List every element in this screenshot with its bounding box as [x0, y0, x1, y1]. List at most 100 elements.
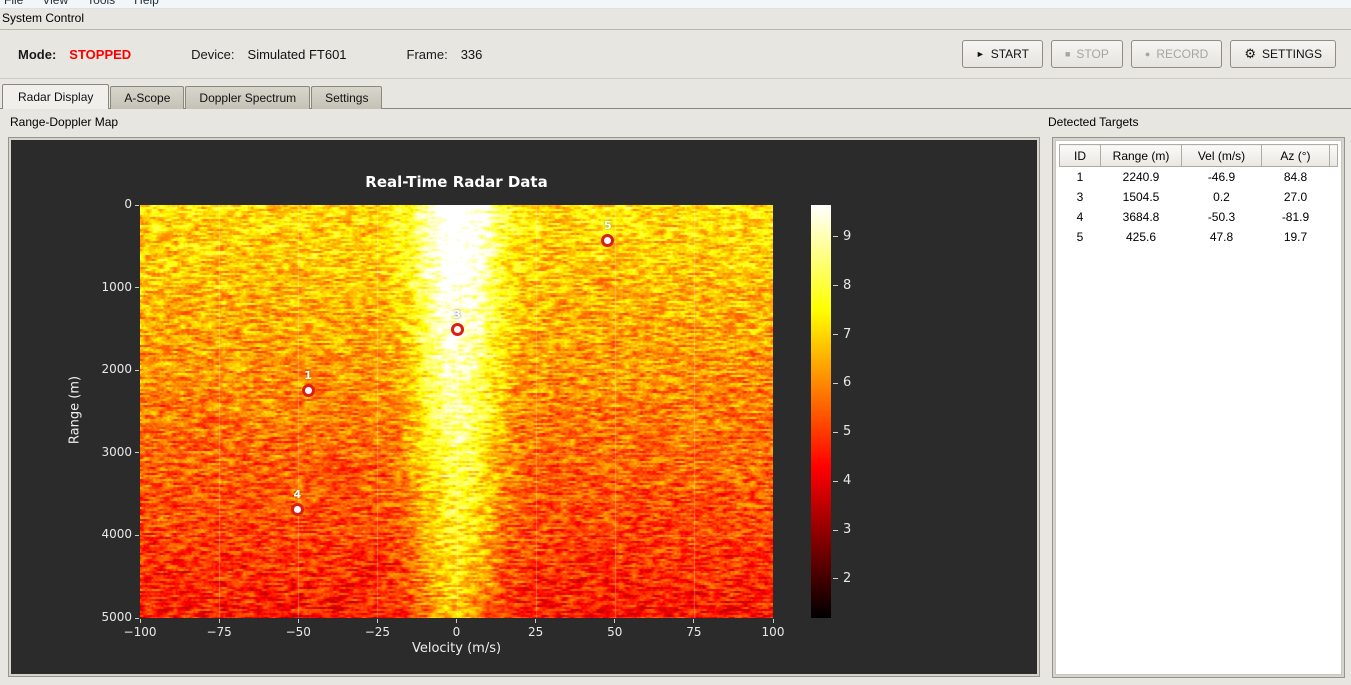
y-tick-mark — [135, 370, 139, 371]
detected-targets-table: ID Range (m) Vel (m/s) Az (°) 1 2240.9 -46… — [1059, 144, 1338, 247]
gear-icon: ⚙ — [1244, 46, 1256, 61]
column-header-id[interactable]: ID — [1059, 144, 1101, 167]
x-tick-mark — [140, 619, 141, 623]
table-cell[interactable]: 27.0 — [1261, 186, 1330, 207]
y-tick-label: 2000 — [101, 362, 132, 377]
x-tick-mark — [456, 619, 457, 623]
table-cell[interactable] — [1329, 186, 1338, 207]
y-tick-mark — [135, 205, 139, 206]
table-cell[interactable] — [1329, 206, 1338, 227]
x-tick-mark — [614, 619, 615, 623]
y-tick-label: 4000 — [101, 527, 132, 542]
x-tick-label: 0 — [452, 625, 461, 639]
y-tick-mark — [135, 618, 139, 619]
settings-button-label: SETTINGS — [1261, 47, 1322, 61]
x-tick-label: −75 — [206, 625, 232, 639]
mode-value: STOPPED — [69, 46, 132, 62]
colorbar-tick-mark — [833, 432, 838, 433]
table-cell[interactable]: 2240.9 — [1100, 166, 1182, 187]
table-cell[interactable]: -50.3 — [1181, 206, 1262, 227]
colorbar-tick-mark — [833, 383, 838, 384]
start-button[interactable]: ► START — [961, 40, 1043, 68]
frame-label: Frame: — [406, 46, 448, 62]
table-cell[interactable]: 3684.8 — [1100, 206, 1182, 227]
y-tick-mark — [135, 452, 139, 453]
menu-view[interactable]: View — [42, 0, 68, 8]
target-marker — [450, 322, 464, 336]
range-doppler-map-label: Range-Doppler Map — [10, 115, 119, 129]
range-doppler-heatmap — [140, 205, 773, 618]
table-cell[interactable]: 3 — [1059, 186, 1101, 207]
table-cell[interactable]: 47.8 — [1181, 226, 1262, 247]
settings-button[interactable]: ⚙ SETTINGS — [1230, 40, 1336, 68]
colorbar-tick-label: 9 — [843, 228, 852, 244]
table-header-row: ID Range (m) Vel (m/s) Az (°) — [1059, 144, 1338, 167]
plot-title: Real-Time Radar Data — [365, 173, 548, 191]
menu-file[interactable]: File — [4, 0, 23, 8]
colorbar-tick-mark — [833, 481, 838, 482]
menu-tools[interactable]: Tools — [87, 0, 115, 8]
play-icon: ► — [975, 49, 985, 59]
colorbar-tick-label: 6 — [843, 375, 852, 391]
target-marker — [290, 502, 304, 516]
y-tick-label: 3000 — [101, 444, 132, 459]
column-header-range[interactable]: Range (m) — [1100, 144, 1182, 167]
table-cell[interactable]: 5 — [1059, 226, 1101, 247]
device-label: Device: — [191, 46, 235, 62]
range-doppler-plot: Real-Time Radar Data Velocity (m/s) Rang… — [11, 140, 1037, 674]
detected-targets-table-container: ID Range (m) Vel (m/s) Az (°) 1 2240.9 -46… — [1055, 140, 1342, 675]
table-cell[interactable]: 1 — [1059, 166, 1101, 187]
x-tick-mark — [693, 619, 694, 623]
tab-doppler-spectrum[interactable]: Doppler Spectrum — [185, 86, 311, 109]
table-cell[interactable]: 19.7 — [1261, 226, 1330, 247]
colorbar-tick-label: 4 — [843, 473, 852, 489]
table-row[interactable]: 3 1504.5 0.2 27.0 — [1059, 186, 1338, 207]
table-cell[interactable]: 1504.5 — [1100, 186, 1182, 207]
colorbar-tick-label: 2 — [843, 570, 852, 586]
table-cell[interactable]: 425.6 — [1100, 226, 1182, 247]
stop-button: ■ STOP — [1050, 40, 1123, 68]
x-axis-label: Velocity (m/s) — [411, 641, 502, 656]
status-fields: Mode: STOPPED Device: Simulated FT601 Fr… — [18, 47, 482, 62]
tab-a-scope[interactable]: A-Scope — [110, 86, 185, 109]
y-axis-label: Range (m) — [67, 375, 83, 445]
control-buttons: ► START ■ STOP ● RECORD ⚙ SETTINGS — [961, 40, 1336, 68]
menu-help[interactable]: Help — [134, 0, 159, 8]
colorbar-tick-mark — [833, 578, 838, 579]
table-cell[interactable]: -46.9 — [1181, 166, 1262, 187]
target-id-label: 4 — [293, 488, 302, 502]
table-cell[interactable]: -81.9 — [1261, 206, 1330, 227]
system-control-strip: Mode: STOPPED Device: Simulated FT601 Fr… — [0, 29, 1351, 79]
table-cell[interactable]: 0.2 — [1181, 186, 1262, 207]
target-marker — [601, 233, 615, 247]
colorbar-tick-mark — [833, 236, 838, 237]
table-cell[interactable]: 84.8 — [1261, 166, 1330, 187]
x-tick-label: 100 — [761, 625, 785, 639]
x-tick-label: 25 — [527, 625, 544, 639]
device-value: Simulated FT601 — [247, 46, 347, 62]
column-header-vel[interactable]: Vel (m/s) — [1181, 144, 1262, 167]
x-tick-label: −25 — [364, 625, 391, 639]
radar-app-window: File View Tools Help System Control Mode… — [0, 0, 1351, 685]
y-tick-label: 1000 — [101, 279, 132, 294]
column-header-filler — [1329, 144, 1338, 167]
tab-settings[interactable]: Settings — [311, 86, 383, 109]
mode-label: Mode: — [18, 46, 57, 62]
menu-bar: File View Tools Help — [0, 0, 1351, 9]
table-cell[interactable]: 4 — [1059, 206, 1101, 227]
table-row[interactable]: 4 3684.8 -50.3 -81.9 — [1059, 206, 1338, 227]
colorbar-tick-mark — [833, 334, 838, 335]
x-tick-mark — [298, 619, 299, 623]
target-id-label: 3 — [453, 308, 461, 322]
x-tick-mark — [535, 619, 536, 623]
table-cell[interactable] — [1329, 226, 1338, 247]
stop-icon: ■ — [1064, 49, 1071, 59]
table-row[interactable]: 1 2240.9 -46.9 84.8 — [1059, 166, 1338, 187]
colorbar-tick-label: 3 — [843, 522, 852, 538]
tab-radar-display[interactable]: Radar Display — [2, 84, 110, 109]
table-cell[interactable] — [1329, 166, 1338, 187]
column-header-az[interactable]: Az (°) — [1261, 144, 1330, 167]
record-icon: ● — [1144, 49, 1151, 59]
y-tick-label: 5000 — [101, 610, 132, 624]
table-row[interactable]: 5 425.6 47.8 19.7 — [1059, 226, 1338, 247]
